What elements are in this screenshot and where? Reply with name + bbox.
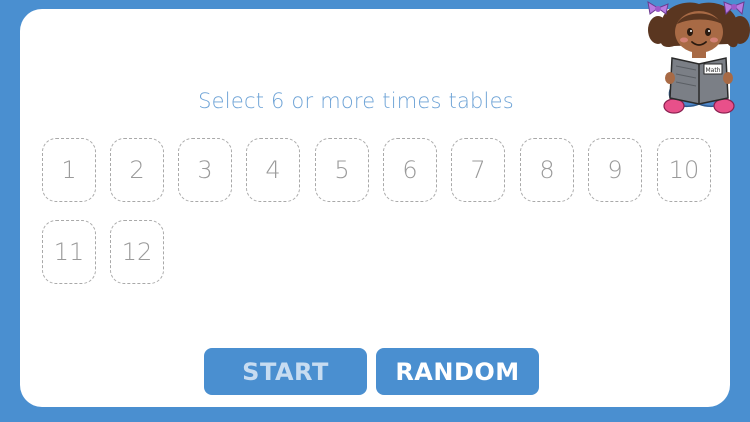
instruction-text: Select 6 or more times tables (198, 89, 514, 113)
times-table-tile-2[interactable]: 2 (110, 138, 164, 202)
times-table-tile-5[interactable]: 5 (315, 138, 369, 202)
start-button[interactable]: START (204, 348, 367, 395)
times-table-tile-3[interactable]: 3 (178, 138, 232, 202)
selection-card: Select 6 or more times tables 1 2 3 4 5 … (20, 9, 730, 407)
times-table-tile-8[interactable]: 8 (520, 138, 574, 202)
times-table-tile-11[interactable]: 11 (42, 220, 96, 284)
times-table-tile-1[interactable]: 1 (42, 138, 96, 202)
book-label: Math (705, 67, 720, 74)
times-table-tile-10[interactable]: 10 (657, 138, 711, 202)
random-button[interactable]: RANDOM (376, 348, 539, 395)
app-frame: Select 6 or more times tables 1 2 3 4 5 … (0, 0, 750, 422)
girl-reading-book-icon: Math (647, 1, 750, 114)
times-table-tile-6[interactable]: 6 (383, 138, 437, 202)
times-table-tile-9[interactable]: 9 (588, 138, 642, 202)
times-table-tile-4[interactable]: 4 (246, 138, 300, 202)
times-table-tile-7[interactable]: 7 (451, 138, 505, 202)
times-table-tile-12[interactable]: 12 (110, 220, 164, 284)
